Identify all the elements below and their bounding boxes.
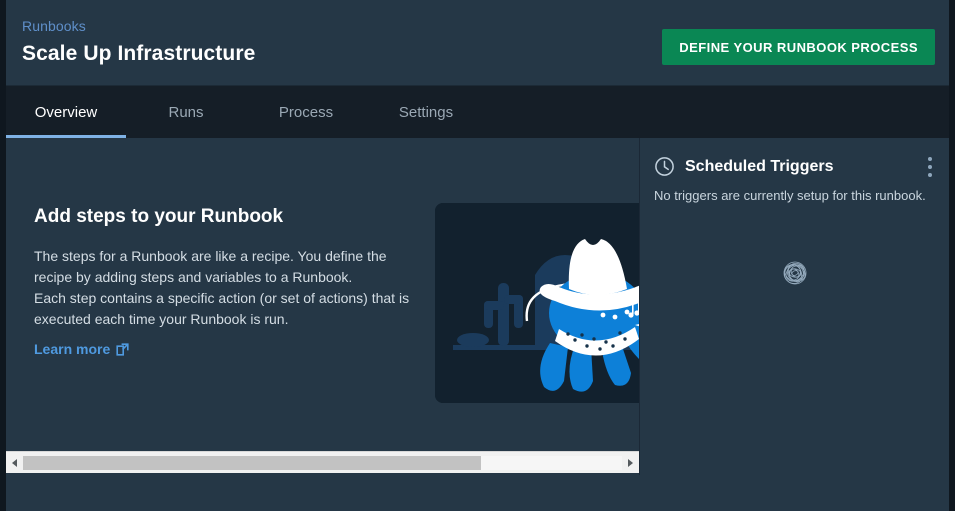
learn-more-link[interactable]: Learn more: [34, 341, 129, 357]
learn-more-label: Learn more: [34, 341, 111, 357]
tab-bar: Overview Runs Process Settings: [6, 86, 949, 138]
loading-spinner-container: [640, 258, 949, 288]
scheduled-triggers-menu-button[interactable]: [917, 152, 943, 182]
scrollbar-thumb[interactable]: [23, 455, 481, 470]
tab-overview-label: Overview: [34, 103, 98, 121]
chevron-right-icon: [628, 458, 633, 467]
external-link-icon: [116, 342, 129, 356]
chevron-left-icon: [12, 458, 17, 467]
tab-settings-label: Settings: [398, 103, 454, 121]
app-root: Runbooks Scale Up Infrastructure DEFINE …: [0, 0, 955, 511]
page-header: Runbooks Scale Up Infrastructure DEFINE …: [6, 0, 949, 86]
empty-state-heading: Add steps to your Runbook: [34, 206, 284, 227]
cowboy-octopus-desert-illustration: [435, 203, 639, 403]
scribble-spinner-icon: [783, 261, 806, 285]
tab-runs-label: Runs: [168, 103, 204, 121]
empty-state-body: The steps for a Runbook are like a recip…: [34, 248, 410, 327]
horizontal-scrollbar[interactable]: [6, 451, 639, 473]
scroll-right-button[interactable]: [622, 452, 639, 474]
footer-filler: [6, 475, 949, 511]
page-frame: Runbooks Scale Up Infrastructure DEFINE …: [6, 0, 949, 511]
scheduled-triggers-title: Scheduled Triggers: [685, 157, 834, 175]
body-area: Add steps to your Runbook The steps for …: [6, 138, 949, 475]
illustration-card: [435, 203, 639, 403]
bush-shape: [457, 333, 489, 347]
tab-runs[interactable]: Runs: [126, 86, 246, 138]
clock-icon: [655, 157, 674, 176]
scroll-left-button[interactable]: [6, 452, 23, 474]
breadcrumb[interactable]: Runbooks: [22, 18, 86, 34]
tab-process-label: Process: [278, 103, 334, 121]
page-title: Scale Up Infrastructure: [22, 42, 256, 65]
scrollbar-track[interactable]: [23, 455, 622, 470]
define-runbook-process-button[interactable]: DEFINE YOUR RUNBOOK PROCESS: [662, 29, 935, 65]
vertical-dots-icon-dot: [928, 165, 932, 169]
scheduled-triggers-panel: Scheduled Triggers No triggers are curre…: [640, 138, 949, 475]
scheduled-triggers-header: Scheduled Triggers: [654, 156, 937, 177]
vertical-dots-icon-dot: [928, 157, 932, 161]
tab-process[interactable]: Process: [246, 86, 366, 138]
vertical-dots-icon-dot: [928, 173, 932, 177]
tab-settings[interactable]: Settings: [366, 86, 486, 138]
scheduled-triggers-status-text: No triggers are currently setup for this…: [654, 188, 926, 203]
overview-main-panel: Add steps to your Runbook The steps for …: [6, 138, 639, 475]
tab-overview[interactable]: Overview: [6, 86, 126, 138]
